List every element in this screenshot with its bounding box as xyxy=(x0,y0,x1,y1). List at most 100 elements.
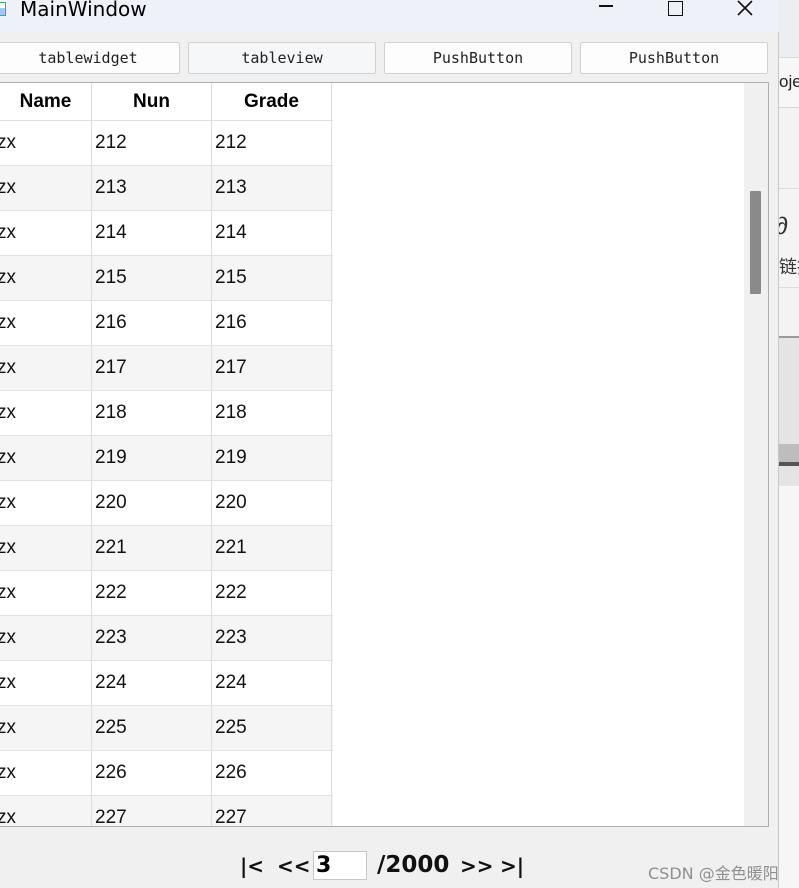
cell-name[interactable]: zx xyxy=(0,616,92,660)
maximize-button[interactable] xyxy=(652,0,698,30)
data-table: Name Nun Grade zx212212 zx213213 zx21421… xyxy=(0,83,333,826)
cell-grade[interactable]: 217 xyxy=(212,346,332,390)
cell-nun[interactable]: 223 xyxy=(92,616,212,660)
cell-grade[interactable]: 216 xyxy=(212,301,332,345)
page-number-input[interactable] xyxy=(313,851,367,880)
cell-grade[interactable]: 218 xyxy=(212,391,332,435)
table-row[interactable]: zx225225 xyxy=(0,706,333,751)
cell-nun[interactable]: 212 xyxy=(92,121,212,165)
table-row[interactable]: zx216216 xyxy=(0,301,333,346)
cell-name[interactable]: zx xyxy=(0,796,92,826)
tableview-button[interactable]: tableview xyxy=(188,42,376,74)
title-bar: MainWindow xyxy=(0,0,779,32)
table-row[interactable]: zx224224 xyxy=(0,661,333,706)
first-page-button[interactable]: |< xyxy=(240,854,264,878)
cell-nun[interactable]: 214 xyxy=(92,211,212,255)
scrollbar-thumb[interactable] xyxy=(750,191,761,294)
background-panel xyxy=(779,486,799,888)
minimize-button[interactable] xyxy=(583,0,629,30)
background-text: oje xyxy=(779,58,799,108)
cell-grade[interactable]: 226 xyxy=(212,751,332,795)
cell-grade[interactable]: 224 xyxy=(212,661,332,705)
push-button-2[interactable]: PushButton xyxy=(580,42,768,74)
tablewidget-button[interactable]: tablewidget xyxy=(0,42,180,74)
next-page-button[interactable]: >> xyxy=(460,854,494,878)
cell-nun[interactable]: 222 xyxy=(92,571,212,615)
cell-nun[interactable]: 216 xyxy=(92,301,212,345)
cell-name[interactable]: zx xyxy=(0,391,92,435)
cell-name[interactable]: zx xyxy=(0,211,92,255)
cell-grade[interactable]: 225 xyxy=(212,706,332,750)
cell-name[interactable]: zx xyxy=(0,436,92,480)
cell-nun[interactable]: 217 xyxy=(92,346,212,390)
table-row[interactable]: zx227227 xyxy=(0,796,333,826)
cell-nun[interactable]: 226 xyxy=(92,751,212,795)
cell-name[interactable]: zx xyxy=(0,166,92,210)
cell-name[interactable]: zx xyxy=(0,751,92,795)
cell-nun[interactable]: 219 xyxy=(92,436,212,480)
watermark-text: CSDN @金色暖阳 xyxy=(648,864,779,883)
cell-nun[interactable]: 225 xyxy=(92,706,212,750)
column-header-grade[interactable]: Grade xyxy=(212,83,332,120)
cell-grade[interactable]: 215 xyxy=(212,256,332,300)
cell-nun[interactable]: 224 xyxy=(92,661,212,705)
total-pages-label: /2000 xyxy=(377,852,450,878)
cell-nun[interactable]: 213 xyxy=(92,166,212,210)
background-app-strip: oje ∂ 链接 xyxy=(779,0,799,888)
push-button-1[interactable]: PushButton xyxy=(384,42,572,74)
cell-nun[interactable]: 218 xyxy=(92,391,212,435)
cell-name[interactable]: zx xyxy=(0,571,92,615)
table-row[interactable]: zx217217 xyxy=(0,346,333,391)
cell-name[interactable]: zx xyxy=(0,121,92,165)
cell-nun[interactable]: 220 xyxy=(92,481,212,525)
table-row[interactable]: zx220220 xyxy=(0,481,333,526)
minimize-icon xyxy=(599,5,613,7)
main-window: MainWindow tablewidget tableview PushBut… xyxy=(0,0,779,888)
close-icon xyxy=(737,0,753,16)
table-row[interactable]: zx212212 xyxy=(0,121,333,166)
cell-grade[interactable]: 214 xyxy=(212,211,332,255)
app-icon xyxy=(0,2,6,16)
cell-name[interactable]: zx xyxy=(0,301,92,345)
cell-grade[interactable]: 223 xyxy=(212,616,332,660)
vertical-scrollbar[interactable] xyxy=(744,83,768,826)
column-header-name[interactable]: Name xyxy=(0,83,92,120)
cell-grade[interactable]: 220 xyxy=(212,481,332,525)
maximize-icon xyxy=(667,0,683,16)
cell-nun[interactable]: 227 xyxy=(92,796,212,826)
cell-name[interactable]: zx xyxy=(0,526,92,570)
cell-grade[interactable]: 222 xyxy=(212,571,332,615)
table-row[interactable]: zx222222 xyxy=(0,571,333,616)
table-row[interactable]: zx221221 xyxy=(0,526,333,571)
cell-name[interactable]: zx xyxy=(0,256,92,300)
cell-name[interactable]: zx xyxy=(0,481,92,525)
cell-grade[interactable]: 213 xyxy=(212,166,332,210)
cell-name[interactable]: zx xyxy=(0,661,92,705)
table-row[interactable]: zx214214 xyxy=(0,211,333,256)
table-row[interactable]: zx226226 xyxy=(0,751,333,796)
table-body: zx212212 zx213213 zx214214 zx215215 zx21… xyxy=(0,121,333,826)
table-row[interactable]: zx223223 xyxy=(0,616,333,661)
window-title: MainWindow xyxy=(20,0,147,21)
background-panel xyxy=(779,0,799,58)
cell-grade[interactable]: 227 xyxy=(212,796,332,826)
table-header: Name Nun Grade xyxy=(0,83,333,121)
cell-nun[interactable]: 221 xyxy=(92,526,212,570)
table-row[interactable]: zx218218 xyxy=(0,391,333,436)
cell-grade[interactable]: 221 xyxy=(212,526,332,570)
table-view[interactable]: Name Nun Grade zx212212 zx213213 zx21421… xyxy=(0,82,769,827)
table-row[interactable]: zx213213 xyxy=(0,166,333,211)
cell-grade[interactable]: 212 xyxy=(212,121,332,165)
last-page-button[interactable]: >| xyxy=(500,854,524,878)
cell-nun[interactable]: 215 xyxy=(92,256,212,300)
background-panel: ∂ 链接 xyxy=(779,188,799,288)
close-button[interactable] xyxy=(722,0,768,30)
previous-page-button[interactable]: << xyxy=(277,854,311,878)
cell-name[interactable]: zx xyxy=(0,706,92,750)
cell-name[interactable]: zx xyxy=(0,346,92,390)
link-icon: ∂ xyxy=(779,213,788,240)
column-header-nun[interactable]: Nun xyxy=(92,83,212,120)
table-row[interactable]: zx215215 xyxy=(0,256,333,301)
cell-grade[interactable]: 219 xyxy=(212,436,332,480)
table-row[interactable]: zx219219 xyxy=(0,436,333,481)
